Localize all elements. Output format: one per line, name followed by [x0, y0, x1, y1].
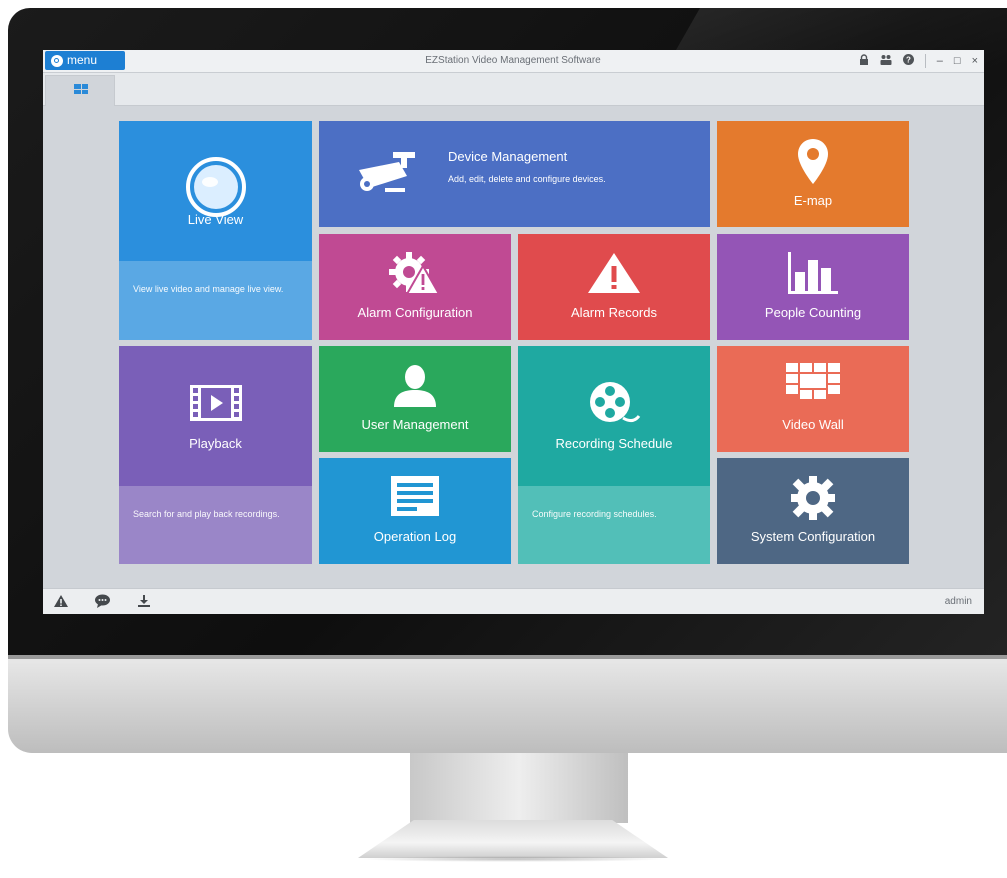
monitor-stand-shadow: [360, 856, 666, 862]
tile-label: Video Wall: [782, 417, 844, 432]
monitor-chin-edge: [8, 655, 1007, 659]
tile-recording-schedule[interactable]: Recording Schedule Configure recording s…: [518, 346, 710, 564]
tile-description-panel: Search for and play back recordings.: [119, 486, 312, 564]
tile-people-counting[interactable]: People Counting: [717, 234, 909, 340]
alarm-gear-icon: [389, 252, 441, 295]
tile-label: Alarm Records: [571, 305, 657, 320]
tile-device-management[interactable]: Device Management Add, edit, delete and …: [319, 121, 710, 227]
tile-alarm-records[interactable]: Alarm Records: [518, 234, 710, 340]
user-icon: [394, 365, 436, 407]
tile-description: Configure recording schedules.: [532, 509, 657, 519]
tile-label: Alarm Configuration: [357, 305, 473, 320]
bar-chart-icon: [788, 252, 838, 294]
message-icon[interactable]: [94, 594, 111, 611]
monitor-chin: [8, 655, 1007, 753]
monitor-stand-neck: [410, 753, 628, 823]
tile-description: View live video and manage live view.: [133, 284, 284, 294]
tile-label: Live View: [187, 212, 244, 227]
tile-playback[interactable]: Playback Search for and play back record…: [119, 346, 312, 564]
alarm-warning-icon[interactable]: [53, 594, 69, 611]
minimize-button[interactable]: –: [937, 55, 943, 67]
tile-label: People Counting: [764, 305, 862, 320]
camera-lens-icon: [185, 157, 246, 217]
tile-system-configuration[interactable]: System Configuration: [717, 458, 909, 564]
tile-label: Playback: [189, 436, 242, 451]
tile-alarm-configuration[interactable]: Alarm Configuration: [319, 234, 511, 340]
tile-user-management[interactable]: User Management: [319, 346, 511, 452]
current-user: admin: [944, 596, 972, 607]
tile-video-wall[interactable]: Video Wall: [717, 346, 909, 452]
tile-label: User Management: [361, 417, 469, 432]
maximize-button[interactable]: □: [954, 55, 961, 67]
tile-description: Search for and play back recordings.: [133, 509, 280, 519]
warning-icon: [588, 253, 640, 293]
close-button[interactable]: ×: [972, 55, 978, 67]
app-window: menu EZStation Video Management Software…: [43, 50, 984, 614]
tile-emap[interactable]: E-map: [717, 121, 909, 227]
monitor-stand-foot: [358, 820, 668, 858]
tile-label: System Configuration: [750, 529, 876, 544]
download-icon[interactable]: [137, 594, 151, 611]
svg-text:?: ?: [906, 56, 911, 65]
menu-label: menu: [67, 53, 98, 67]
tile-operation-log[interactable]: Operation Log: [319, 458, 511, 564]
lock-icon[interactable]: [859, 54, 869, 68]
users-icon[interactable]: [880, 54, 892, 68]
map-pin-icon: [798, 139, 828, 184]
tile-label: Recording Schedule: [555, 436, 673, 451]
film-reel-icon: [590, 382, 641, 423]
title-separator: [924, 54, 926, 68]
film-play-icon: [189, 385, 242, 421]
status-bar: admin: [43, 588, 984, 614]
tab-bar: [43, 73, 984, 106]
document-icon: [391, 476, 439, 516]
tile-label: E-map: [793, 193, 833, 208]
video-wall-icon: [786, 363, 840, 399]
help-icon[interactable]: ?: [902, 54, 914, 68]
home-tiles-icon: [74, 84, 88, 94]
window-title: EZStation Video Management Software: [425, 55, 601, 66]
window-controls: ? – □ ×: [859, 50, 978, 72]
tab-home[interactable]: [45, 75, 115, 106]
tile-description: Add, edit, delete and configure devices.: [448, 174, 606, 184]
tile-label: Device Management: [448, 149, 568, 164]
tile-label: Operation Log: [373, 529, 457, 544]
tile-live-view[interactable]: Live View View live video and manage liv…: [119, 121, 312, 340]
menu-button[interactable]: menu: [45, 51, 125, 70]
tile-description-panel: View live video and manage live view.: [119, 261, 312, 340]
tile-description-panel: Configure recording schedules.: [518, 486, 710, 564]
menu-icon: [51, 54, 63, 67]
gear-icon: [791, 476, 835, 520]
title-bar: menu EZStation Video Management Software…: [43, 50, 984, 73]
security-camera-icon: [359, 152, 415, 192]
